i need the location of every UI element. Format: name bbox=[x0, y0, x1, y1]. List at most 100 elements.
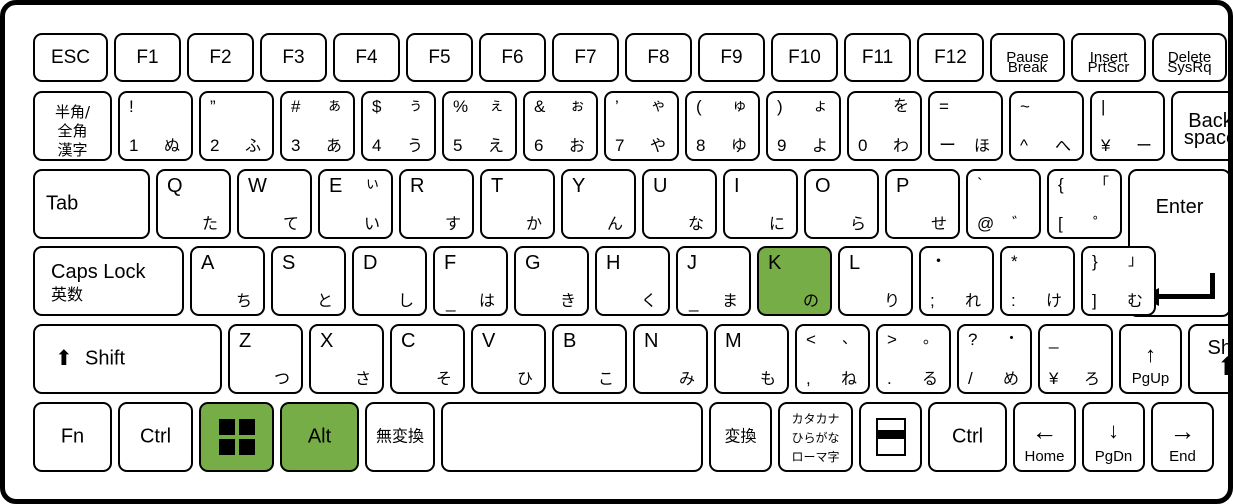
key-arrow-right[interactable]: → End bbox=[1151, 402, 1214, 472]
key-f6[interactable]: F6 bbox=[479, 33, 546, 82]
key-esc[interactable]: ESC bbox=[33, 33, 108, 82]
key-bracket-right[interactable]: } 」 ] む bbox=[1081, 246, 1156, 316]
key-q[interactable]: Q た bbox=[156, 169, 231, 239]
key-z[interactable]: Z つ bbox=[228, 324, 303, 394]
key-tab[interactable]: Tab bbox=[33, 169, 150, 239]
key-n[interactable]: N み bbox=[633, 324, 708, 394]
key-yen[interactable]: | ¥ ー bbox=[1090, 91, 1165, 161]
key-o[interactable]: O ら bbox=[804, 169, 879, 239]
arrow-down-icon: ↓ bbox=[1108, 418, 1119, 443]
key-h[interactable]: H く bbox=[595, 246, 670, 316]
key-f11[interactable]: F11 bbox=[844, 33, 911, 82]
key-f10[interactable]: F10 bbox=[771, 33, 838, 82]
key-hankaku-zenkaku[interactable]: 半角/ 全角 漢字 bbox=[33, 91, 112, 161]
key-minus[interactable]: = ー ほ bbox=[928, 91, 1003, 161]
key-slash[interactable]: ? ・ / め bbox=[957, 324, 1032, 394]
key-caret[interactable]: ~ ^ へ bbox=[1009, 91, 1084, 161]
key-backspace[interactable]: Back space bbox=[1171, 91, 1228, 161]
key-shift-left[interactable]: Shift ⬆ bbox=[33, 324, 222, 394]
key-4-shift: $ bbox=[372, 97, 382, 116]
key-arrow-down[interactable]: ↓ PgDn bbox=[1082, 402, 1145, 472]
key-period-kana: る bbox=[921, 369, 938, 389]
key-9-shift: ) bbox=[777, 97, 783, 116]
key-alt-left[interactable]: Alt bbox=[280, 402, 359, 472]
key-backslash-ro[interactable]: _ ¥ ろ bbox=[1038, 324, 1113, 394]
key-d[interactable]: D し bbox=[352, 246, 427, 316]
key-f2[interactable]: F2 bbox=[187, 33, 254, 82]
key-sysrq-label: SysRq bbox=[1167, 59, 1212, 77]
key-digit-4[interactable]: $ ぅ 4 う bbox=[361, 91, 436, 161]
key-4-base: 4 bbox=[372, 136, 382, 156]
key-space[interactable] bbox=[441, 402, 703, 472]
key-muhenkan[interactable]: 無変換 bbox=[365, 402, 435, 472]
key-f[interactable]: F _ は bbox=[433, 246, 508, 316]
key-digit-8[interactable]: ( ゅ 8 ゆ bbox=[685, 91, 760, 161]
key-katakana-hiragana[interactable]: カタカナ ひらがな ローマ字 bbox=[778, 402, 853, 472]
key-f9[interactable]: F9 bbox=[698, 33, 765, 82]
key-comma[interactable]: < 、 , ね bbox=[795, 324, 870, 394]
key-p-kana: せ bbox=[930, 214, 947, 234]
key-z-letter: Z bbox=[239, 330, 252, 352]
key-digit-5[interactable]: % ぇ 5 え bbox=[442, 91, 517, 161]
key-caps-lock[interactable]: Caps Lock 英数 bbox=[33, 246, 184, 316]
key-colon-base: : bbox=[1011, 291, 1016, 311]
key-colon[interactable]: * : け bbox=[1000, 246, 1075, 316]
key-colon-shift: * bbox=[1011, 252, 1018, 271]
key-f12[interactable]: F12 bbox=[917, 33, 984, 82]
key-u[interactable]: U な bbox=[642, 169, 717, 239]
key-windows[interactable] bbox=[199, 402, 274, 472]
key-pause-break[interactable]: Pause Break bbox=[990, 33, 1065, 82]
key-t[interactable]: T か bbox=[480, 169, 555, 239]
key-insert-prtscr[interactable]: Insert PrtScr bbox=[1071, 33, 1146, 82]
key-bracket-left[interactable]: { 「 [ ゜ bbox=[1047, 169, 1122, 239]
key-f8[interactable]: F8 bbox=[625, 33, 692, 82]
key-ctrl-right[interactable]: Ctrl bbox=[928, 402, 1007, 472]
key-menu[interactable] bbox=[859, 402, 922, 472]
key-a[interactable]: A ち bbox=[190, 246, 265, 316]
key-at[interactable]: ` @ ゛ bbox=[966, 169, 1041, 239]
key-arrow-left[interactable]: ← Home bbox=[1013, 402, 1076, 472]
key-r[interactable]: R す bbox=[399, 169, 474, 239]
key-p[interactable]: P せ bbox=[885, 169, 960, 239]
key-i[interactable]: I に bbox=[723, 169, 798, 239]
key-f4[interactable]: F4 bbox=[333, 33, 400, 82]
key-g-kana: き bbox=[559, 291, 576, 311]
key-comma-base: , bbox=[806, 369, 811, 389]
key-hankaku-line1: 半角/ bbox=[54, 103, 91, 121]
key-x[interactable]: X さ bbox=[309, 324, 384, 394]
key-0-kana-shift: を bbox=[892, 96, 909, 115]
key-period[interactable]: > 。 . る bbox=[876, 324, 951, 394]
key-digit-0[interactable]: を 0 わ bbox=[847, 91, 922, 161]
key-v[interactable]: V ひ bbox=[471, 324, 546, 394]
key-w[interactable]: W て bbox=[237, 169, 312, 239]
key-l[interactable]: L り bbox=[838, 246, 913, 316]
key-c[interactable]: C そ bbox=[390, 324, 465, 394]
key-y[interactable]: Y ん bbox=[561, 169, 636, 239]
key-ctrl-left[interactable]: Ctrl bbox=[118, 402, 193, 472]
key-henkan[interactable]: 変換 bbox=[709, 402, 772, 472]
key-digit-7[interactable]: ’ ゃ 7 や bbox=[604, 91, 679, 161]
key-ctrl-right-label: Ctrl bbox=[951, 425, 984, 448]
key-digit-3[interactable]: # ぁ 3 あ bbox=[280, 91, 355, 161]
key-shift-right[interactable]: Shift ⬆ bbox=[1188, 324, 1228, 394]
key-arrow-up[interactable]: ↑ PgUp bbox=[1119, 324, 1182, 394]
bottom-letter-row: Shift ⬆ Z つ X さ C そ V ひ B こ N み M も < 、 … bbox=[33, 324, 1228, 394]
key-b[interactable]: B こ bbox=[552, 324, 627, 394]
key-k[interactable]: K の bbox=[757, 246, 832, 316]
key-e[interactable]: E ぃ い bbox=[318, 169, 393, 239]
key-digit-2[interactable]: ” 2 ふ bbox=[199, 91, 274, 161]
key-digit-9[interactable]: ) ょ 9 よ bbox=[766, 91, 841, 161]
key-f7[interactable]: F7 bbox=[552, 33, 619, 82]
key-f3[interactable]: F3 bbox=[260, 33, 327, 82]
key-delete-sysrq[interactable]: Delete SysRq bbox=[1152, 33, 1227, 82]
key-f5[interactable]: F5 bbox=[406, 33, 473, 82]
key-g[interactable]: G き bbox=[514, 246, 589, 316]
key-digit-1[interactable]: ! 1 ぬ bbox=[118, 91, 193, 161]
key-j[interactable]: J _ ま bbox=[676, 246, 751, 316]
key-f1[interactable]: F1 bbox=[114, 33, 181, 82]
key-m[interactable]: M も bbox=[714, 324, 789, 394]
key-semicolon[interactable]: ・ ; れ bbox=[919, 246, 994, 316]
key-digit-6[interactable]: & ぉ 6 お bbox=[523, 91, 598, 161]
key-fn[interactable]: Fn bbox=[33, 402, 112, 472]
key-s[interactable]: S と bbox=[271, 246, 346, 316]
